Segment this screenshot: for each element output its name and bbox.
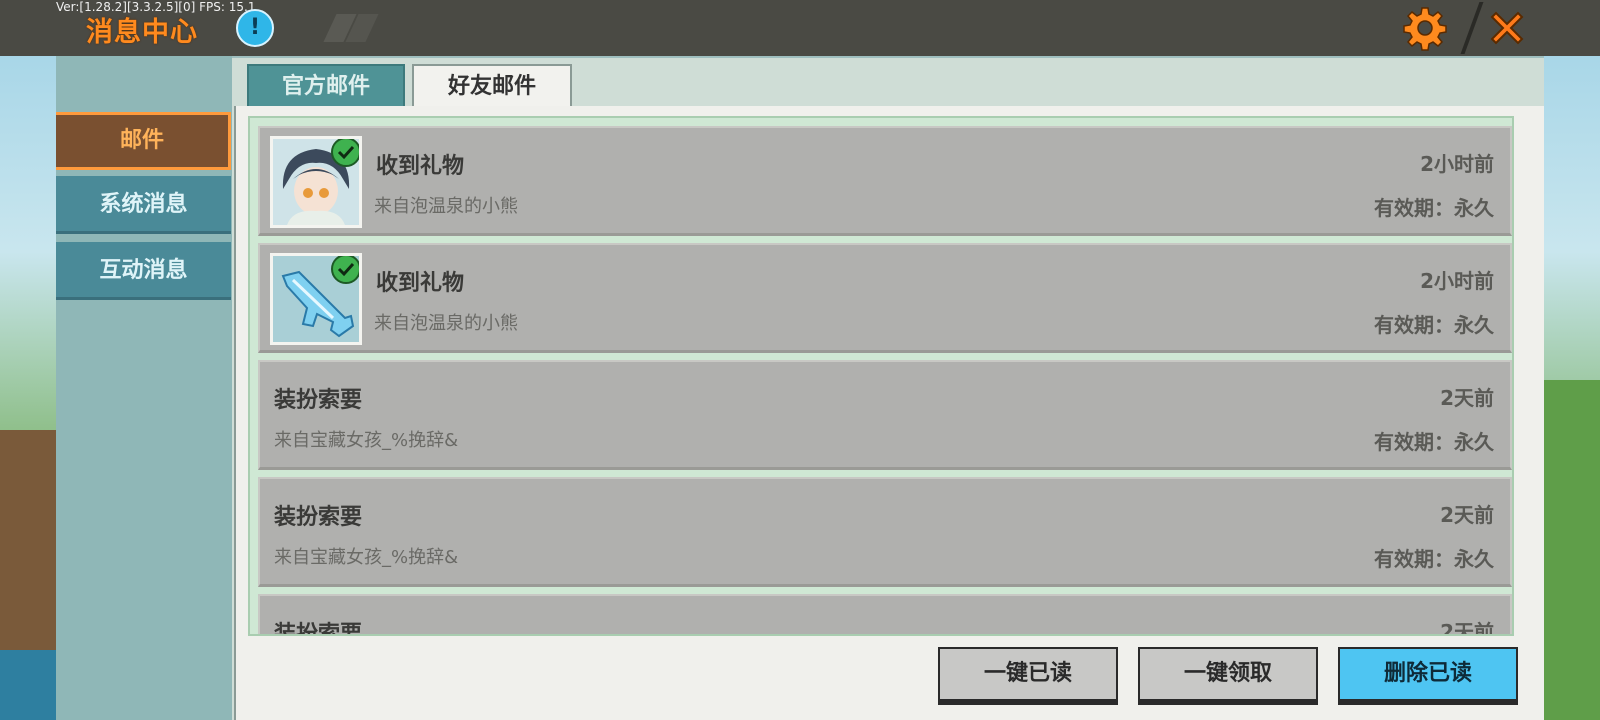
- list-item[interactable]: 收到礼物 来自泡温泉的小熊 2小时前 有效期：永久: [258, 126, 1512, 236]
- list-item[interactable]: 装扮索要 来自宝藏女孩_%挽辞& 2天前 有效期：永久: [258, 360, 1512, 470]
- mail-sender: 来自泡温泉的小熊: [374, 196, 518, 217]
- mail-time: 2小时前: [1420, 152, 1494, 176]
- sidebar-item-system-messages[interactable]: 系统消息: [56, 176, 231, 234]
- close-icon[interactable]: [1484, 5, 1530, 51]
- mail-time: 2天前: [1440, 620, 1494, 636]
- page-title: 消息中心: [86, 17, 198, 48]
- mail-expiry: 有效期：永久: [1374, 196, 1494, 220]
- sidebar-item-mail[interactable]: 邮件: [56, 112, 231, 170]
- mail-list[interactable]: 收到礼物 来自泡温泉的小熊 2小时前 有效期：永久 收到礼物 来自泡温泉的小熊 …: [248, 116, 1514, 636]
- mail-title: 收到礼物: [376, 154, 465, 179]
- background-grass: [1540, 380, 1600, 720]
- mail-title: 装扮索要: [274, 622, 363, 636]
- check-icon: [331, 139, 359, 167]
- mail-sender: 来自泡温泉的小熊: [374, 313, 518, 334]
- mail-sender: 来自宝藏女孩_%挽辞&: [274, 430, 459, 451]
- list-item[interactable]: 装扮索要 来自宝藏女孩_%挽辞& 2天前 有效期：永久: [258, 477, 1512, 587]
- delete-read-button[interactable]: 删除已读: [1338, 647, 1518, 705]
- background-block: [0, 430, 60, 660]
- mail-expiry: 有效期：永久: [1374, 547, 1494, 571]
- list-item[interactable]: 收到礼物 来自泡温泉的小熊 2小时前 有效期：永久: [258, 243, 1512, 353]
- mail-title: 装扮索要: [274, 388, 363, 413]
- mail-expiry: 有效期：永久: [1374, 313, 1494, 337]
- gear-icon[interactable]: [1402, 5, 1448, 51]
- mark-all-read-button[interactable]: 一键已读: [938, 647, 1118, 705]
- mail-sender: 来自宝藏女孩_%挽辞&: [274, 547, 459, 568]
- tab-official-mail[interactable]: 官方邮件: [247, 64, 405, 108]
- sidebar-item-interaction-messages[interactable]: 互动消息: [56, 242, 231, 300]
- mail-title: 收到礼物: [376, 271, 465, 296]
- check-icon: [331, 256, 359, 284]
- list-item[interactable]: 装扮索要 2天前: [258, 594, 1512, 636]
- mail-time: 2小时前: [1420, 269, 1494, 293]
- mail-expiry: 有效期：永久: [1374, 430, 1494, 454]
- claim-all-button[interactable]: 一键领取: [1138, 647, 1318, 705]
- ice-gun-icon: [270, 253, 362, 345]
- mail-title: 装扮索要: [274, 505, 363, 530]
- avatar-character-icon: [270, 136, 362, 228]
- background-water: [0, 650, 60, 720]
- mail-time: 2天前: [1440, 386, 1494, 410]
- mail-time: 2天前: [1440, 503, 1494, 527]
- tab-friend-mail[interactable]: 好友邮件: [412, 64, 572, 108]
- info-icon[interactable]: !: [236, 9, 274, 47]
